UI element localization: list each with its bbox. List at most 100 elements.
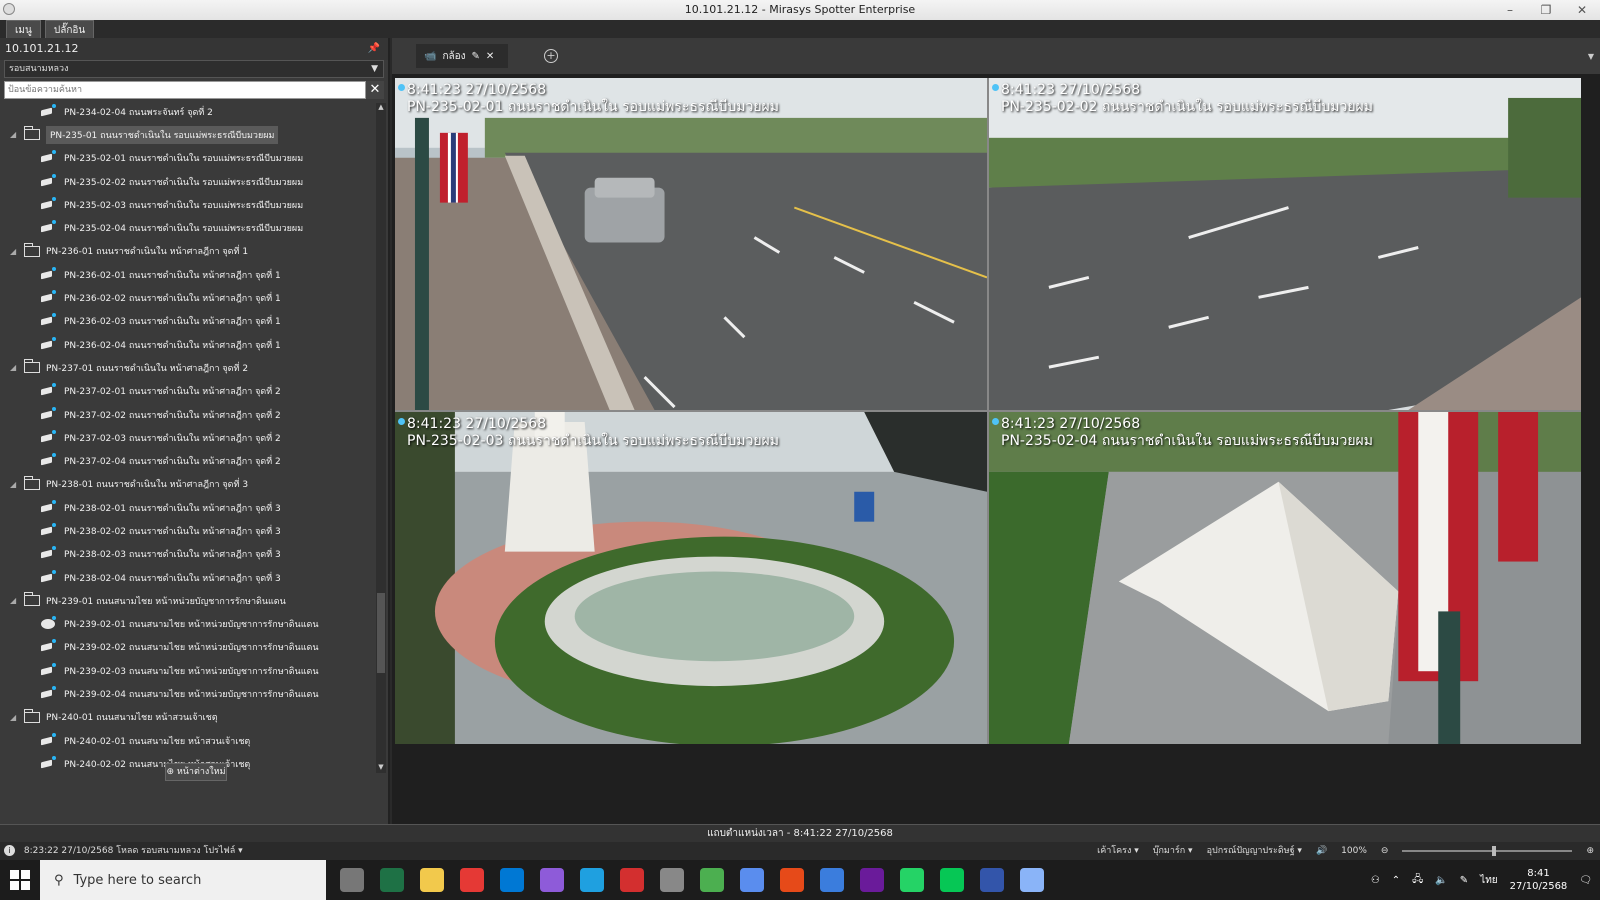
edit-icon[interactable]: ✎ <box>472 51 480 62</box>
app-icon[interactable] <box>3 3 15 15</box>
tree-camera-item[interactable]: PN-236-02-02 ถนนราชดำเนินใน หน้าศาลฎีกา … <box>4 286 374 309</box>
windows-start-icon[interactable] <box>10 870 30 890</box>
tree-group[interactable]: ◢ PN-240-01 ถนนสนามไชย หน้าสวนเจ้าเชตุ <box>4 706 374 729</box>
chrome-icon[interactable] <box>700 868 724 892</box>
tree-camera-item[interactable]: PN-235-02-04 ถนนราชดำเนินใน รอบแม่พระธรณ… <box>4 216 374 239</box>
group-select[interactable]: รอบสนามหลวง ▼ <box>4 60 384 78</box>
tree-camera-item[interactable]: PN-238-02-03 ถนนราชดำเนินใน หน้าศาลฎีกา … <box>4 543 374 566</box>
expand-icon[interactable]: ◢ <box>10 480 24 489</box>
zoom-out-icon[interactable]: ⊖ <box>1381 842 1389 860</box>
notes-icon[interactable] <box>1020 868 1044 892</box>
tree-group[interactable]: ◢ PN-239-01 ถนนสนามไชย หน้าหน่วยบัญชาการร… <box>4 589 374 612</box>
mail-icon[interactable] <box>500 868 524 892</box>
tree-camera-item[interactable]: PN-236-02-04 ถนนราชดำเนินใน หน้าศาลฎีกา … <box>4 333 374 356</box>
input-language[interactable]: ไทย <box>1480 873 1497 888</box>
expand-icon[interactable]: ◢ <box>10 363 24 372</box>
tray-overflow-icon[interactable]: ⌃ <box>1392 875 1400 886</box>
zoom-slider[interactable] <box>1402 846 1573 856</box>
layout-menu[interactable]: เค้าโครง ▾ <box>1097 842 1139 860</box>
expand-icon[interactable]: ◢ <box>10 713 24 722</box>
plugin-tab[interactable]: ปลั๊กอิน <box>44 20 95 38</box>
camera-tile[interactable]: 8:41:23 27/10/2568 PN-235-02-04 ถนนราชดำ… <box>989 412 1581 744</box>
scroll-up-icon[interactable]: ▲ <box>376 103 386 113</box>
d-app-icon[interactable] <box>620 868 644 892</box>
pin-icon[interactable]: 📌 <box>368 38 380 60</box>
close-button[interactable]: ✕ <box>1564 0 1600 20</box>
tree-camera-item[interactable]: PN-239-02-02 ถนนสนามไชย หน้าหน่วยบัญชากา… <box>4 636 374 659</box>
tree-camera-item[interactable]: PN-235-02-02 ถนนราชดำเนินใน รอบแม่พระธรณ… <box>4 170 374 193</box>
camera-tile[interactable]: 8:41:23 27/10/2568 PN-235-02-03 ถนนราชดำ… <box>395 412 987 744</box>
volume-icon[interactable]: 🔈 <box>1435 875 1447 886</box>
tree-camera-item[interactable]: PN-235-02-03 ถนนราชดำเนินใน รอบแม่พระธรณ… <box>4 193 374 216</box>
taskbar-search[interactable]: ⚲ Type here to search <box>40 860 326 900</box>
tree-camera-item[interactable]: PN-237-02-02 ถนนราชดำเนินใน หน้าศาลฎีกา … <box>4 403 374 426</box>
office-icon[interactable] <box>780 868 804 892</box>
tree-camera-item[interactable]: PN-239-02-03 ถนนสนามไชย หน้าหน่วยบัญชากา… <box>4 659 374 682</box>
tree-group[interactable]: ◢ PN-235-01 ถนนราชดำเนินใน รอบแม่พระธรณีบ… <box>4 123 374 146</box>
timeline-bar[interactable]: แถบตำแหน่งเวลา - 8:41:22 27/10/2568 <box>0 824 1600 842</box>
task-view-icon[interactable] <box>340 868 364 892</box>
new-page-button[interactable]: ⊕ หน้าต่างใหม่ <box>165 763 227 781</box>
tree-group[interactable]: ◢ PN-238-01 ถนนราชดำเนินใน หน้าศาลฎีกา จุ… <box>4 473 374 496</box>
tree-camera-item[interactable]: PN-235-02-01 ถนนราชดำเนินใน รอบแม่พระธรณ… <box>4 147 374 170</box>
tree-camera-item[interactable]: PN-236-02-03 ถนนราชดำเนินใน หน้าศาลฎีกา … <box>4 310 374 333</box>
expand-icon[interactable]: ◢ <box>10 596 24 605</box>
pen-icon[interactable]: ✎ <box>1460 875 1468 886</box>
tree-camera-item[interactable]: PN-237-02-03 ถนนราชดำเนินใน หน้าศาลฎีกา … <box>4 426 374 449</box>
yahoo-icon[interactable] <box>860 868 884 892</box>
notifications-icon[interactable]: 🗨 <box>1579 875 1592 886</box>
tree-camera-item[interactable]: PN-238-02-02 ถนนราชดำเนินใน หน้าศาลฎีกา … <box>4 519 374 542</box>
tree-camera-item[interactable]: PN-239-02-04 ถนนสนามไชย หน้าหน่วยบัญชากา… <box>4 682 374 705</box>
camera-icon: 📹 <box>424 50 437 62</box>
ai-devices-menu[interactable]: อุปกรณ์ปัญญาประดิษฐ์ ▾ <box>1207 842 1302 860</box>
tree-camera-item[interactable]: PN-237-02-01 ถนนราชดำเนินใน หน้าศาลฎีกา … <box>4 380 374 403</box>
tab-cameras[interactable]: 📹 กล้อง ✎ ✕ <box>416 44 508 68</box>
menu-tab[interactable]: เมนู <box>6 20 41 38</box>
anydesk-icon[interactable] <box>460 868 484 892</box>
line-icon[interactable] <box>940 868 964 892</box>
excel-icon[interactable] <box>380 868 404 892</box>
network-icon[interactable]: 🖧 <box>1412 872 1423 889</box>
tree-item-label: PN-237-01 ถนนราชดำเนินใน หน้าศาลฎีกา จุด… <box>46 363 249 374</box>
minimize-button[interactable]: – <box>1492 0 1528 20</box>
tree-camera-item[interactable]: PN-240-02-01 ถนนสนามไชย หน้าสวนเจ้าเชตุ <box>4 729 374 752</box>
zoom-slider-knob[interactable] <box>1492 846 1497 856</box>
close-tab-icon[interactable]: ✕ <box>486 51 494 62</box>
add-tab-icon[interactable]: + <box>544 49 558 63</box>
whatsapp-icon[interactable] <box>900 868 924 892</box>
store-icon[interactable] <box>740 868 764 892</box>
feather-icon[interactable] <box>540 868 564 892</box>
taskbar-clock[interactable]: 8:41 27/10/2568 <box>1510 867 1568 893</box>
tab-menu-icon[interactable]: ▼ <box>1588 52 1594 61</box>
people-icon[interactable]: ⚇ <box>1371 875 1380 886</box>
edge-icon[interactable] <box>580 868 604 892</box>
speaker-icon[interactable]: 🔊 <box>1316 842 1327 860</box>
clear-search-icon[interactable]: ✕ <box>366 81 384 99</box>
zoom-in-icon[interactable]: ⊕ <box>1586 842 1594 860</box>
search-input[interactable] <box>4 81 366 99</box>
tree-scrollbar[interactable]: ▲ ▼ <box>376 103 386 773</box>
scroll-thumb[interactable] <box>377 593 385 673</box>
sidebar-search: ✕ <box>4 81 384 99</box>
tree-camera-item[interactable]: PN-237-02-04 ถนนราชดำเนินใน หน้าศาลฎีกา … <box>4 449 374 472</box>
remote-icon[interactable] <box>820 868 844 892</box>
tree-camera-item[interactable]: PN-238-02-01 ถนนราชดำเนินใน หน้าศาลฎีกา … <box>4 496 374 519</box>
camera-icon <box>40 686 58 700</box>
expand-icon[interactable]: ◢ <box>10 247 24 256</box>
scroll-down-icon[interactable]: ▼ <box>376 763 386 773</box>
camera-app-icon[interactable] <box>660 868 684 892</box>
tree-camera-item[interactable]: PN-234-02-04 ถนนพระจันทร์ จุดที่ 2 <box>4 100 374 123</box>
file-explorer-icon[interactable] <box>420 868 444 892</box>
restore-button[interactable]: ❐ <box>1528 0 1564 20</box>
mirasys-icon[interactable] <box>980 868 1004 892</box>
chevron-down-icon[interactable]: ▾ <box>238 846 243 856</box>
tree-camera-item[interactable]: PN-236-02-01 ถนนราชดำเนินใน หน้าศาลฎีกา … <box>4 263 374 286</box>
expand-icon[interactable]: ◢ <box>10 130 24 139</box>
camera-tile[interactable]: 8:41:23 27/10/2568 PN-235-02-02 ถนนราชดำ… <box>989 78 1581 410</box>
tree-group[interactable]: ◢ PN-237-01 ถนนราชดำเนินใน หน้าศาลฎีกา จุ… <box>4 356 374 379</box>
tree-camera-item[interactable]: PN-238-02-04 ถนนราชดำเนินใน หน้าศาลฎีกา … <box>4 566 374 589</box>
tree-camera-item[interactable]: PN-239-02-01 ถนนสนามไชย หน้าหน่วยบัญชากา… <box>4 613 374 636</box>
tree-group[interactable]: ◢ PN-236-01 ถนนราชดำเนินใน หน้าศาลฎีกา จุ… <box>4 240 374 263</box>
camera-tile[interactable]: 8:41:23 27/10/2568 PN-235-02-01 ถนนราชดำ… <box>395 78 987 410</box>
bookmark-menu[interactable]: บุ๊กมาร์ก ▾ <box>1153 842 1193 860</box>
